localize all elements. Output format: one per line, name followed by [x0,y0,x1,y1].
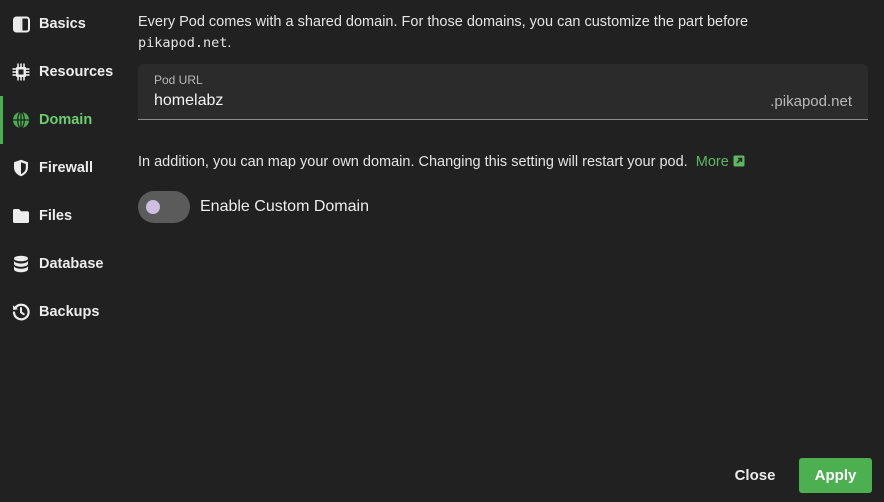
sidebar-item-label: Database [39,256,104,272]
apply-button[interactable]: Apply [799,458,872,493]
pod-url-field[interactable]: Pod URL homelabz .pikapod.net [138,64,868,120]
globe-icon [12,111,30,129]
pod-url-input[interactable]: homelabz [154,92,223,110]
toggle-knob [146,200,160,214]
custom-domain-text: In addition, you can map your own domain… [138,154,688,170]
domain-intro-text: Every Pod comes with a shared domain. Fo… [138,12,868,54]
sidebar-item-firewall[interactable]: Firewall [0,144,122,192]
intro-sentence: Every Pod comes with a shared domain. Fo… [138,14,749,30]
folder-icon [12,207,30,225]
pod-url-suffix: .pikapod.net [770,93,852,110]
sidebar-item-label: Backups [39,304,100,320]
more-link-label: More [695,154,729,170]
database-icon [12,255,30,273]
shield-icon [12,159,30,177]
external-link-icon [733,155,745,167]
more-link[interactable]: More [696,154,745,170]
pod-url-label: Pod URL [154,73,203,87]
history-icon [12,303,30,321]
sidebar-item-files[interactable]: Files [0,192,122,240]
custom-domain-toggle-label: Enable Custom Domain [200,198,369,215]
custom-domain-toggle[interactable] [138,191,190,223]
sidebar-item-backups[interactable]: Backups [0,288,122,336]
sidebar-item-label: Basics [39,16,86,32]
settings-sidebar: Basics Resources Domain Firewall Files D… [0,0,122,502]
sidebar-item-label: Domain [39,112,93,128]
intro-period: . [227,35,232,51]
chip-icon [12,63,30,81]
sidebar-item-label: Firewall [39,160,93,176]
custom-domain-info: In addition, you can map your own domain… [138,154,745,170]
close-button[interactable]: Close [721,458,789,492]
custom-domain-toggle-row: Enable Custom Domain [138,191,369,223]
sidebar-item-label: Resources [39,64,114,80]
sidebar-item-domain[interactable]: Domain [0,96,125,144]
sidebar-item-basics[interactable]: Basics [0,0,122,48]
sidebar-item-resources[interactable]: Resources [0,48,122,96]
intro-domain-code: pikapod.net [138,35,228,51]
columns-icon [12,15,30,33]
sidebar-item-label: Files [39,208,73,224]
sidebar-item-database[interactable]: Database [0,240,122,288]
